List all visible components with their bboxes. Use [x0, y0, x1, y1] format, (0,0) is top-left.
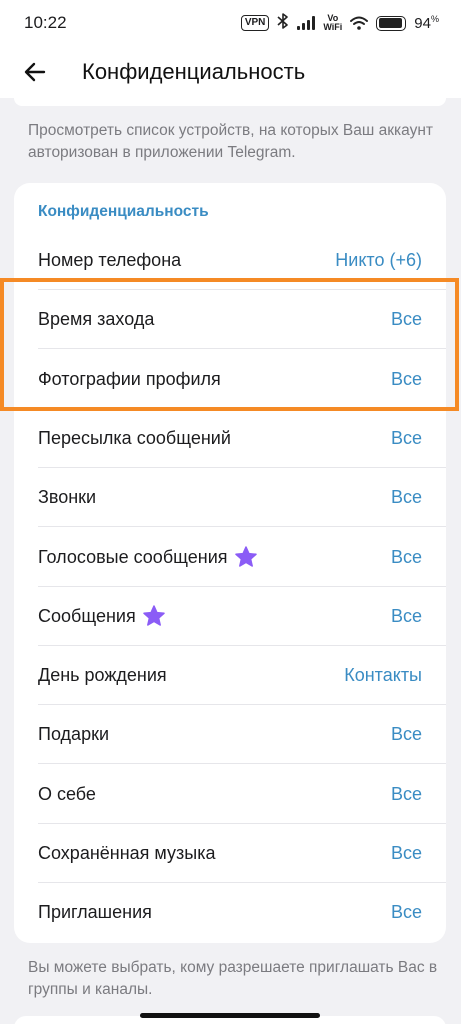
- privacy-row[interactable]: Подарки Все: [14, 705, 446, 765]
- row-label-text: День рождения: [38, 665, 167, 686]
- row-value: Все: [390, 902, 422, 923]
- row-value: Все: [390, 427, 422, 448]
- privacy-row[interactable]: Пересылка сообщений Все: [14, 409, 446, 468]
- wifi-icon: [350, 16, 369, 30]
- privacy-row[interactable]: Сообщения Все: [14, 587, 446, 646]
- app-bar: Конфиденциальность: [0, 46, 461, 98]
- row-label-text: Номер телефона: [38, 250, 182, 270]
- row-label: Фотографии профиля: [38, 369, 221, 390]
- row-label-text: Приглашения: [38, 902, 152, 923]
- privacy-row[interactable]: Голосовые сообщения Все: [14, 528, 446, 587]
- privacy-row[interactable]: Приглашения Все: [14, 883, 446, 942]
- row-value: Все: [390, 368, 422, 389]
- premium-star-icon: [234, 546, 257, 567]
- privacy-row[interactable]: Звонки Все: [14, 468, 446, 528]
- row-label: Голосовые сообщения: [38, 545, 258, 569]
- row-label: О себе: [38, 784, 96, 805]
- privacy-settings-card: Конфиденциальность Номер телефона Никто (…: [14, 183, 446, 943]
- row-label-text: Голосовые сообщения: [38, 546, 228, 567]
- row-label-text: О себе: [38, 783, 96, 804]
- home-indicator: [140, 1013, 320, 1018]
- row-value: Все: [390, 724, 422, 745]
- privacy-row[interactable]: О себе Все: [14, 765, 446, 824]
- premium-star-icon: [142, 605, 165, 627]
- status-time: 10:22: [24, 13, 67, 32]
- row-label: Звонки: [38, 487, 96, 508]
- row-label: Приглашения: [38, 902, 152, 923]
- row-label-text: Фотографии профиля: [38, 368, 221, 389]
- row-value: Все: [390, 546, 422, 567]
- row-label-text: Пересылка сообщений: [38, 427, 231, 448]
- cell-signal-icon: [297, 16, 316, 30]
- row-label: Пересылка сообщений: [38, 428, 231, 449]
- row-value: Все: [390, 783, 422, 804]
- battery-icon: [376, 15, 407, 31]
- row-label-text: Сообщения: [38, 605, 136, 626]
- previous-card-edge: [14, 98, 446, 106]
- row-value: Контакты: [344, 665, 422, 686]
- devices-hint: Просмотреть список устройств, на которых…: [28, 122, 433, 161]
- bluetooth-icon: [277, 13, 289, 33]
- row-label-text: Сохранённая музыка: [38, 843, 216, 863]
- row-label-text: Подарки: [38, 724, 110, 745]
- row-label: День рождения: [38, 665, 167, 686]
- arrow-back-icon: [24, 62, 46, 82]
- status-icons: VPN Vo WiFi 94%: [240, 13, 439, 33]
- row-label: Время захода: [38, 309, 154, 330]
- vpn-icon: VPN: [240, 15, 270, 31]
- privacy-row[interactable]: Сохранённая музыка Все: [14, 824, 446, 883]
- battery-fill: [378, 18, 403, 28]
- privacy-row[interactable]: Время захода Все: [14, 290, 446, 350]
- row-label: Сохранённая музыка: [38, 843, 215, 864]
- row-label: Номер телефона: [38, 250, 181, 271]
- row-value: Все: [390, 487, 422, 508]
- row-value: Все: [390, 309, 422, 330]
- row-value: Никто (+6): [335, 250, 422, 270]
- invites-hint: Вы можете выбрать, кому разрешаете пригл…: [28, 959, 438, 998]
- back-button[interactable]: [0, 46, 70, 98]
- row-value: Все: [390, 843, 422, 863]
- page-title: Конфиденциальность: [82, 59, 306, 84]
- section-header: Конфиденциальность: [38, 203, 209, 220]
- vowifi-icon: Vo WiFi: [323, 13, 343, 32]
- row-value: Все: [390, 605, 422, 626]
- row-label-text: Время захода: [38, 309, 155, 330]
- privacy-row[interactable]: День рождения Контакты: [14, 646, 446, 706]
- row-label: Сообщения: [38, 604, 166, 628]
- row-label-text: Звонки: [38, 487, 97, 508]
- status-bar: 10:22 VPN Vo WiFi 94%: [0, 0, 461, 46]
- privacy-row[interactable]: Номер телефона Никто (+6): [14, 231, 446, 290]
- battery-percent: 94%: [414, 14, 439, 32]
- row-label: Подарки: [38, 724, 109, 745]
- privacy-row[interactable]: Фотографии профиля Все: [14, 350, 446, 409]
